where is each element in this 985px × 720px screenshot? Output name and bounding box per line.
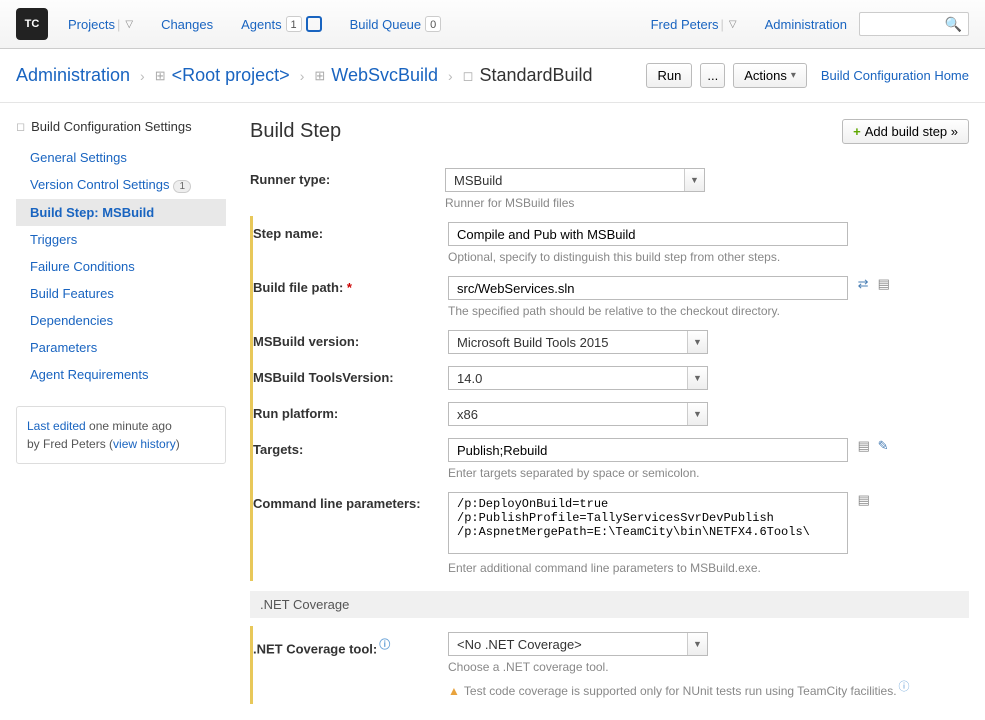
run-options-button[interactable]: ... [700,63,725,88]
coverage-warning: ▲Test code coverage is supported only fo… [448,678,969,698]
breadcrumb-current: ◻StandardBuild [463,65,593,86]
chevron-right-icon: › [448,68,453,84]
runner-type-label: Runner type: [250,168,445,187]
sidebar-footer: Last edited one minute ago by Fred Peter… [16,406,226,464]
sidebar-title: ◻Build Configuration Settings [16,119,226,134]
runner-type-select[interactable]: MSBuild▼ [445,168,705,192]
build-config-icon: ◻ [16,120,25,133]
breadcrumb-bar: Administration › ⊞<Root project> › ⊞WebS… [0,49,985,103]
sidebar-item-vcs[interactable]: Version Control Settings1 [16,171,226,199]
build-config-home-link[interactable]: Build Configuration Home [821,68,969,83]
targets-input[interactable] [448,438,848,462]
sidebar-item-parameters[interactable]: Parameters [16,334,226,361]
search-input[interactable]: 🔍 [859,12,969,36]
sidebar-item-build-step[interactable]: Build Step: MSBuild [16,199,226,226]
run-button[interactable]: Run [646,63,692,88]
dropdown-arrow-icon: ▼ [687,633,707,655]
last-edited-link[interactable]: Last edited [27,419,86,433]
step-name-label: Step name: [253,222,448,241]
plus-icon: + [853,124,861,139]
dropdown-arrow-icon: ▼ [684,169,704,191]
dropdown-arrow-icon: ▼ [687,367,707,389]
view-history-link[interactable]: view history [113,437,176,451]
runner-type-help: Runner for MSBuild files [445,196,969,210]
sidebar-list: General Settings Version Control Setting… [16,144,226,388]
coverage-tool-select[interactable]: <No .NET Coverage>▼ [448,632,708,656]
sidebar-item-features[interactable]: Build Features [16,280,226,307]
agents-count-badge: 1 [286,16,302,32]
tree-picker-icon[interactable]: ⇄ [858,276,872,290]
caret-down-icon: ▾ [791,70,796,81]
step-name-input[interactable] [448,222,848,246]
sidebar: ◻Build Configuration Settings General Se… [16,119,226,704]
sidebar-item-dependencies[interactable]: Dependencies [16,307,226,334]
list-icon[interactable]: ▤ [878,276,892,290]
nav-agents[interactable]: Agents1 [241,16,321,32]
queue-count-badge: 0 [425,16,441,32]
project-icon: ⊞ [155,68,166,84]
nav-changes[interactable]: Changes [161,17,213,32]
dropdown-arrow-icon: ▼ [687,403,707,425]
breadcrumb-project[interactable]: ⊞WebSvcBuild [314,65,438,86]
content: Build Step +Add build step » Runner type… [250,119,969,704]
build-file-help: The specified path should be relative to… [448,304,969,318]
targets-label: Targets: [253,438,448,457]
agent-box-icon [306,16,322,32]
msbuild-version-label: MSBuild version: [253,330,448,349]
list-icon[interactable]: ▤ [858,492,872,506]
teamcity-logo[interactable]: TC [16,8,48,40]
targets-help: Enter targets separated by space or semi… [448,466,969,480]
cmd-params-input[interactable]: /p:DeployOnBuild=true /p:PublishProfile=… [448,492,848,554]
cmd-params-label: Command line parameters: [253,492,448,511]
sidebar-item-triggers[interactable]: Triggers [16,226,226,253]
project-icon: ⊞ [314,68,325,84]
help-icon[interactable]: ⓘ [379,639,390,651]
sidebar-item-general[interactable]: General Settings [16,144,226,171]
build-file-label: Build file path: * [253,276,448,295]
search-icon: 🔍 [945,16,962,33]
run-platform-select[interactable]: x86▼ [448,402,708,426]
nav-build-queue[interactable]: Build Queue0 [350,16,442,32]
actions-button[interactable]: Actions▾ [733,63,807,88]
step-name-help: Optional, specify to distinguish this bu… [448,250,969,264]
breadcrumb-administration[interactable]: Administration [16,65,130,86]
caret-down-icon: ▽ [729,19,737,30]
caret-down-icon: ▽ [125,19,133,30]
coverage-section-header: .NET Coverage [250,591,969,618]
tools-version-select[interactable]: 14.0▼ [448,366,708,390]
pipe-icon: | [117,17,120,32]
sidebar-item-failure[interactable]: Failure Conditions [16,253,226,280]
coverage-tool-help: Choose a .NET coverage tool. [448,660,969,674]
nav-projects[interactable]: Projects |▽ [68,17,133,32]
wand-icon[interactable]: ✎ [878,438,892,452]
build-file-input[interactable] [448,276,848,300]
top-navigation: TC Projects |▽ Changes Agents1 Build Que… [0,0,985,49]
chevron-right-icon: › [300,68,305,84]
page-title: Build Step [250,120,341,143]
run-platform-label: Run platform: [253,402,448,421]
chevron-right-icon: › [140,68,145,84]
sidebar-item-agent-req[interactable]: Agent Requirements [16,361,226,388]
nav-administration[interactable]: Administration [765,17,847,32]
msbuild-version-select[interactable]: Microsoft Build Tools 2015▼ [448,330,708,354]
list-icon[interactable]: ▤ [858,438,872,452]
add-build-step-button[interactable]: +Add build step » [842,119,969,144]
nav-user[interactable]: Fred Peters |▽ [651,17,737,32]
dropdown-arrow-icon: ▼ [687,331,707,353]
breadcrumb-root-project[interactable]: ⊞<Root project> [155,65,290,86]
vcs-count-badge: 1 [173,180,191,193]
coverage-tool-label: .NET Coverage tool:ⓘ [253,632,448,656]
help-icon[interactable]: ⓘ [899,681,910,693]
tools-version-label: MSBuild ToolsVersion: [253,366,448,385]
build-config-icon: ◻ [463,68,474,84]
cmd-params-help: Enter additional command line parameters… [448,561,969,575]
pipe-icon: | [721,17,724,32]
warning-icon: ▲ [448,684,460,698]
